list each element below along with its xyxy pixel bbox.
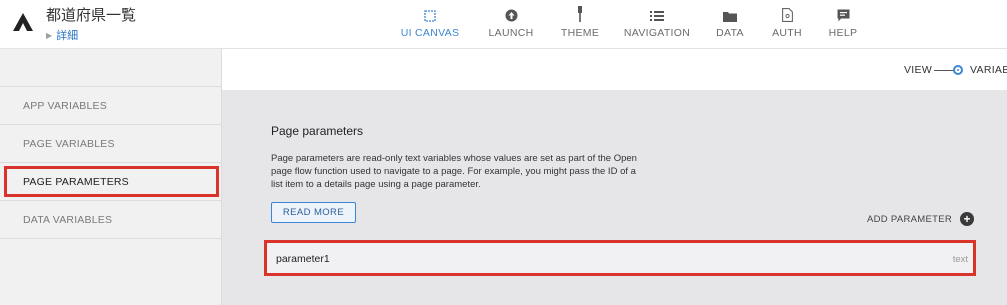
canvas-icon <box>424 0 436 22</box>
plus-icon: + <box>960 212 975 226</box>
parameter-type: text <box>952 254 968 265</box>
sidebar-item-app-variables[interactable]: APP VARIABLES <box>0 87 221 125</box>
breadcrumb-page[interactable]: 詳細 <box>56 27 78 43</box>
caret-right-icon: ▶ <box>46 30 53 40</box>
nav-theme[interactable]: THEME <box>558 0 602 48</box>
data-folder-icon <box>723 0 737 22</box>
nav-navigation[interactable]: NAVIGATION <box>624 0 690 48</box>
nav-help[interactable]: HELP <box>826 0 860 48</box>
section-description: Page parameters are read-only text varia… <box>271 153 637 190</box>
nav-auth[interactable]: AUTH <box>770 0 804 48</box>
read-more-button[interactable]: READ MORE <box>271 202 356 223</box>
parameter-row[interactable]: parameter1 text <box>264 240 976 276</box>
highlight-box <box>4 166 219 197</box>
sidebar-item-page-variables[interactable]: PAGE VARIABLES <box>0 125 221 163</box>
main-panel: Page parameters Page parameters are read… <box>222 90 1007 305</box>
auth-document-icon <box>781 0 793 22</box>
view-toggle-bar: VIEW VARIABLES <box>222 48 1007 90</box>
nav-launch[interactable]: LAUNCH <box>485 0 537 48</box>
sidebar-item-page-parameters[interactable]: PAGE PARAMETERS <box>0 163 221 201</box>
variables-sidebar: APP VARIABLES PAGE VARIABLES PAGE PARAME… <box>0 48 222 305</box>
help-chat-icon <box>837 0 850 22</box>
nav-data[interactable]: DATA <box>712 0 748 48</box>
sidebar-item-data-variables[interactable]: DATA VARIABLES <box>0 201 221 239</box>
nav-ui-canvas[interactable]: UI CANVAS <box>400 0 460 48</box>
breadcrumb[interactable]: ▶ 詳細 <box>46 27 78 43</box>
top-bar: 都道府県一覧 ▶ 詳細 UI CANVAS LAUNCH THEME NAVIG… <box>0 0 1007 48</box>
add-parameter-label: ADD PARAMETER <box>867 213 953 225</box>
section-title: Page parameters <box>271 124 364 138</box>
variables-label[interactable]: VARIABLES <box>970 64 1007 76</box>
add-parameter-button[interactable]: ADD PARAMETER + <box>867 212 975 226</box>
app-title: 都道府県一覧 <box>46 6 137 24</box>
parameter-name: parameter1 <box>276 253 330 265</box>
theme-brush-icon <box>576 0 584 22</box>
launch-icon <box>505 0 518 22</box>
app-logo-icon[interactable] <box>12 12 34 32</box>
toggle-knob-icon[interactable] <box>953 65 963 75</box>
view-label[interactable]: VIEW <box>904 64 932 76</box>
navigation-list-icon <box>650 0 664 22</box>
